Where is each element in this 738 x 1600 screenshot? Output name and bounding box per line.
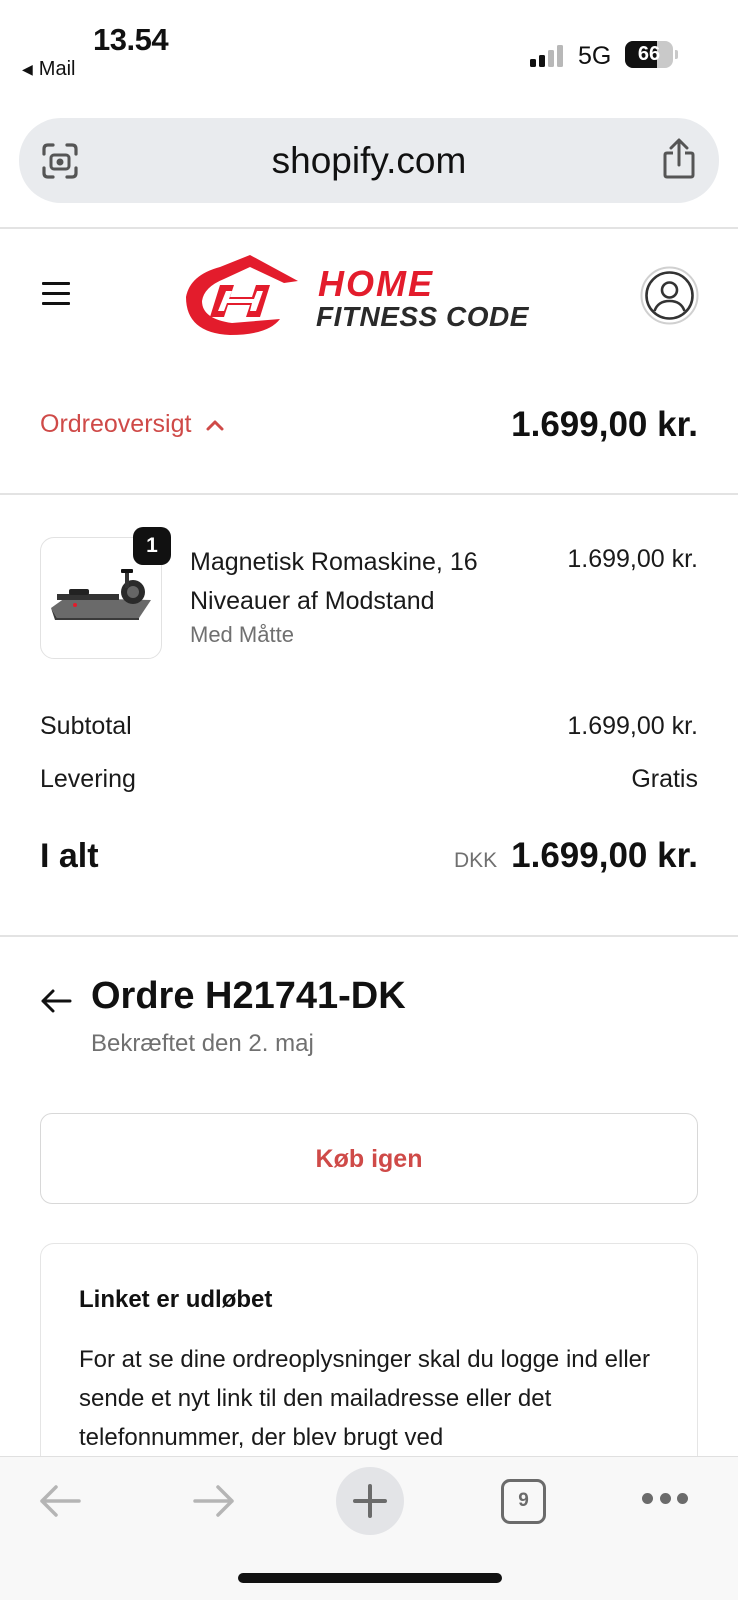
subtotal-row: Subtotal 1.699,00 kr. (40, 712, 698, 741)
buy-again-button[interactable]: Køb igen (40, 1113, 698, 1204)
card-body: For at se dine ordreoplysninger skal du … (79, 1346, 650, 1451)
store-logo[interactable]: HOME FITNESS CODE (180, 253, 560, 338)
header-divider (0, 227, 738, 229)
product-variant: Med Måtte (190, 622, 294, 647)
status-time: 13.54 (93, 22, 169, 57)
battery-percent: 66 (637, 43, 661, 65)
card-title: Linket er udløbet (79, 1286, 273, 1313)
back-triangle-icon: ◀ (22, 61, 33, 77)
account-icon[interactable] (640, 266, 699, 325)
order-confirmed-date: Bekræftet den 2. maj (91, 1030, 314, 1057)
quantity-badge: 1 (133, 527, 171, 565)
back-to-mail-link[interactable]: ◀ Mail (22, 58, 75, 81)
home-fitness-logo-mark (186, 255, 298, 335)
status-bar: 13.54 ◀ Mail 5G 66 (0, 0, 738, 100)
total-label: I alt (40, 837, 99, 875)
order-summary-toggle[interactable]: Ordreoversigt (40, 410, 225, 439)
totals-divider (0, 935, 738, 937)
back-app-label: Mail (38, 58, 76, 80)
address-bar[interactable]: shopify.com (19, 118, 719, 203)
browser-forward-icon[interactable] (192, 1483, 236, 1519)
browser-back-icon[interactable] (38, 1483, 82, 1519)
order-summary-label: Ordreoversigt (40, 410, 192, 438)
product-name: Magnetisk Romaskine, 16 Niveauer af Mods… (190, 548, 478, 615)
plus-icon (353, 1484, 387, 1518)
order-title: Ordre H21741-DK (91, 975, 406, 1017)
rowing-machine-image (51, 569, 151, 620)
total-value: 1.699,00 kr. (511, 836, 698, 875)
new-tab-button[interactable] (336, 1467, 404, 1535)
cellular-signal-icon (530, 43, 563, 67)
url-text: shopify.com (271, 140, 467, 181)
logo-fitness-text: FITNESS CODE (316, 301, 529, 332)
logo-home-text: HOME (318, 263, 434, 304)
back-arrow-icon[interactable] (40, 988, 72, 1014)
home-indicator (238, 1573, 502, 1583)
chevron-up-icon (206, 420, 224, 430)
summary-divider (0, 493, 738, 495)
subtotal-label: Subtotal (40, 712, 132, 740)
battery-icon: 66 (625, 41, 673, 68)
network-type: 5G (578, 42, 612, 70)
menu-icon[interactable] (42, 282, 70, 306)
shipping-label: Levering (40, 765, 136, 793)
total-row: I alt DKK 1.699,00 kr. (40, 836, 698, 876)
tabs-button[interactable]: 9 (501, 1479, 546, 1524)
shipping-row: Levering Gratis (40, 765, 698, 794)
shipping-value: Gratis (631, 765, 698, 793)
summary-total: 1.699,00 kr. (511, 405, 698, 444)
currency-code: DKK (453, 849, 498, 872)
more-options-icon[interactable] (642, 1493, 688, 1507)
battery-tip (675, 50, 678, 59)
product-price: 1.699,00 kr. (567, 545, 698, 573)
share-icon[interactable] (661, 138, 697, 180)
subtotal-value: 1.699,00 kr. (567, 712, 698, 740)
